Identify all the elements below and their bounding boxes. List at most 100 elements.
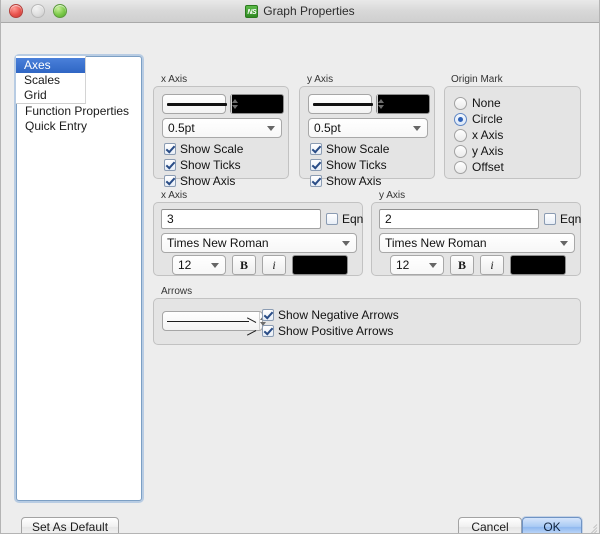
window-title: Graph Properties	[263, 4, 355, 18]
x-axis-italic-button[interactable]: i	[262, 255, 286, 275]
y-axis-font-combo[interactable]: Times New Roman	[379, 233, 575, 253]
x-axis-label-input[interactable]: 3	[161, 209, 321, 229]
x-axis-font-combo[interactable]: Times New Roman	[161, 233, 357, 253]
cancel-button[interactable]: Cancel	[458, 517, 522, 533]
origin-mark-option-circle[interactable]: Circle	[454, 111, 504, 127]
show-negative-arrows-checkbox[interactable]	[262, 309, 274, 321]
x-axis-label-color-swatch[interactable]	[292, 255, 348, 275]
window-titlebar: NS Graph Properties	[1, 0, 599, 23]
y-axis-font-size-combo[interactable]: 12	[390, 255, 444, 275]
sidebar-popup-item-grid[interactable]: Grid	[16, 88, 85, 103]
origin-mark-option-y-axis[interactable]: y Axis	[454, 143, 504, 159]
chevron-down-icon	[342, 240, 350, 246]
x-axis-font-size-combo[interactable]: 12	[172, 255, 226, 275]
close-button-icon[interactable]	[9, 4, 23, 18]
y-axis-eqn-checkbox-row[interactable]: Eqn	[544, 211, 581, 227]
origin-mark-label-none: None	[472, 96, 501, 110]
y-axis-line-style-preview	[309, 102, 377, 106]
y-axis-eqn-checkbox[interactable]	[544, 213, 556, 225]
origin-mark-radio-offset[interactable]	[454, 160, 467, 174]
minimize-button-icon[interactable]	[31, 4, 45, 18]
x-axis-show-axis-checkbox[interactable]	[164, 175, 176, 187]
y-axis-label-group-label: y Axis	[379, 190, 406, 201]
x-axis-show-ticks-checkbox[interactable]	[164, 159, 176, 171]
x-axis-show-axis-checkbox-row[interactable]: Show Axis	[164, 173, 243, 189]
x-axis-eqn-checkbox-row[interactable]: Eqn	[326, 211, 363, 227]
y-axis-italic-button[interactable]: i	[480, 255, 504, 275]
y-axis-show-axis-checkbox[interactable]	[310, 175, 322, 187]
origin-mark-radio-none[interactable]	[454, 96, 467, 110]
zoom-button-icon[interactable]	[53, 4, 67, 18]
y-axis-label-color-swatch[interactable]	[510, 255, 566, 275]
sidebar-popup-item-label: Axes	[24, 58, 51, 72]
origin-mark-option-x-axis[interactable]: x Axis	[454, 127, 504, 143]
arrow-style-stepper[interactable]	[162, 311, 266, 331]
x-axis-show-scale-checkbox-row[interactable]: Show Scale	[164, 141, 243, 157]
y-axis-style-group-label: y Axis	[307, 74, 334, 85]
x-axis-show-axis-label: Show Axis	[180, 174, 236, 188]
chevron-down-icon	[211, 262, 219, 268]
ok-button[interactable]: OK	[522, 517, 582, 533]
set-as-default-button[interactable]: Set As Default	[21, 517, 119, 533]
category-list-popup-overlay[interactable]: Axes Scales Grid	[16, 56, 86, 104]
origin-mark-option-none[interactable]: None	[454, 95, 504, 111]
x-axis-font-size-value: 12	[178, 258, 192, 272]
stepper-down-icon[interactable]	[232, 105, 238, 109]
show-positive-arrows-checkbox[interactable]	[262, 325, 274, 337]
x-axis-font-value: Times New Roman	[167, 236, 269, 250]
x-axis-eqn-label: Eqn	[342, 212, 364, 226]
window-title-group: NS Graph Properties	[1, 4, 599, 18]
origin-mark-radio-circle[interactable]	[454, 112, 467, 126]
arrows-group: Show Negative Arrows Show Positive Arrow…	[153, 298, 581, 345]
stepper-up-icon[interactable]	[232, 99, 238, 103]
y-axis-line-style-stepper[interactable]	[308, 94, 384, 114]
x-axis-show-ticks-checkbox-row[interactable]: Show Ticks	[164, 157, 243, 173]
origin-mark-label-circle: Circle	[472, 112, 503, 126]
arrow-style-preview	[163, 316, 259, 326]
show-negative-arrows-checkbox-row[interactable]: Show Negative Arrows	[262, 307, 399, 323]
dialog-content: Axes Scales Grid Function Properties Qui…	[1, 23, 599, 533]
y-axis-show-ticks-checkbox[interactable]	[310, 159, 322, 171]
y-axis-style-group: 0.5pt Show Scale Show Ticks Show Axis	[299, 86, 435, 188]
show-negative-arrows-label: Show Negative Arrows	[278, 308, 399, 322]
show-positive-arrows-checkbox-row[interactable]: Show Positive Arrows	[262, 323, 399, 339]
y-axis-show-ticks-checkbox-row[interactable]: Show Ticks	[310, 157, 389, 173]
x-axis-line-color-swatch[interactable]	[230, 94, 284, 114]
origin-mark-radio-y-axis[interactable]	[454, 144, 467, 158]
x-axis-eqn-checkbox[interactable]	[326, 213, 338, 225]
y-axis-line-color-swatch[interactable]	[376, 94, 430, 114]
x-axis-line-style-stepper[interactable]	[162, 94, 238, 114]
x-axis-style-group-label: x Axis	[161, 74, 188, 85]
y-axis-bold-button[interactable]: B	[450, 255, 474, 275]
stepper-down-icon[interactable]	[378, 105, 384, 109]
y-axis-show-axis-checkbox-row[interactable]: Show Axis	[310, 173, 389, 189]
x-axis-line-style-stepper-arrows[interactable]	[231, 95, 238, 113]
x-axis-style-group: 0.5pt Show Scale Show Ticks Show Axis	[153, 86, 289, 188]
y-axis-show-scale-checkbox-row[interactable]: Show Scale	[310, 141, 389, 157]
origin-mark-radio-x-axis[interactable]	[454, 128, 467, 142]
y-axis-show-scale-checkbox[interactable]	[310, 143, 322, 155]
y-axis-show-scale-label: Show Scale	[326, 142, 390, 156]
chevron-down-icon	[267, 125, 275, 131]
x-axis-show-scale-label: Show Scale	[180, 142, 244, 156]
y-axis-font-size-value: 12	[396, 258, 410, 272]
sidebar-item-quick-entry[interactable]: Quick Entry	[17, 119, 141, 134]
sidebar-popup-item-axes[interactable]: Axes	[16, 58, 85, 73]
y-axis-line-style-stepper-arrows[interactable]	[377, 95, 384, 113]
category-list[interactable]: Axes Scales Grid Function Properties Qui…	[16, 56, 142, 501]
x-axis-line-width-combo[interactable]: 0.5pt	[162, 118, 282, 138]
origin-mark-label-x-axis: x Axis	[472, 128, 504, 142]
stepper-up-icon[interactable]	[378, 99, 384, 103]
origin-mark-option-offset[interactable]: Offset	[454, 159, 504, 175]
resize-grip-icon[interactable]	[584, 520, 598, 533]
x-axis-show-scale-checkbox[interactable]	[164, 143, 176, 155]
sidebar-popup-item-scales[interactable]: Scales	[16, 73, 85, 88]
y-axis-label-group: 2 Eqn Times New Roman 12 B i	[371, 202, 581, 276]
y-axis-line-width-combo[interactable]: 0.5pt	[308, 118, 428, 138]
y-axis-label-input[interactable]: 2	[379, 209, 539, 229]
chevron-down-icon	[429, 262, 437, 268]
origin-mark-label-offset: Offset	[472, 160, 504, 174]
x-axis-line-width-value: 0.5pt	[168, 121, 195, 135]
x-axis-bold-button[interactable]: B	[232, 255, 256, 275]
sidebar-item-function-properties[interactable]: Function Properties	[17, 104, 141, 119]
